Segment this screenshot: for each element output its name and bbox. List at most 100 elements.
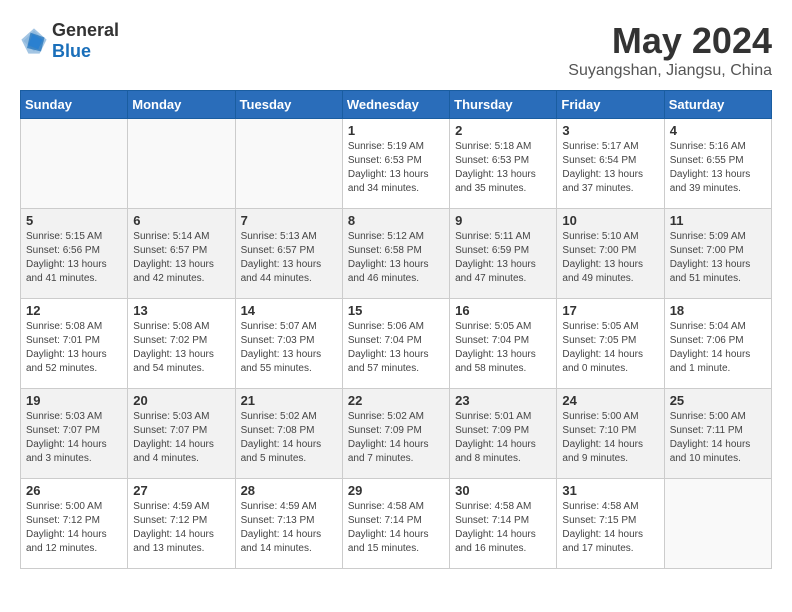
header-wednesday: Wednesday bbox=[342, 91, 449, 119]
day-number: 27 bbox=[133, 483, 229, 498]
day-info: Sunrise: 5:00 AM Sunset: 7:12 PM Dayligh… bbox=[26, 500, 122, 556]
page-header: General Blue May 2024 Suyangshan, Jiangs… bbox=[20, 20, 772, 80]
day-info: Sunrise: 4:58 AM Sunset: 7:15 PM Dayligh… bbox=[562, 500, 658, 556]
calendar-empty-cell bbox=[235, 119, 342, 209]
header-tuesday: Tuesday bbox=[235, 91, 342, 119]
day-info: Sunrise: 4:58 AM Sunset: 7:14 PM Dayligh… bbox=[455, 500, 551, 556]
day-number: 15 bbox=[348, 303, 444, 318]
day-number: 1 bbox=[348, 123, 444, 138]
day-info: Sunrise: 5:09 AM Sunset: 7:00 PM Dayligh… bbox=[670, 230, 766, 286]
calendar-day-7: 7 Sunrise: 5:13 AM Sunset: 6:57 PM Daylig… bbox=[235, 209, 342, 299]
day-number: 16 bbox=[455, 303, 551, 318]
day-number: 4 bbox=[670, 123, 766, 138]
calendar-day-28: 28 Sunrise: 4:59 AM Sunset: 7:13 PM Dayli… bbox=[235, 479, 342, 569]
day-number: 3 bbox=[562, 123, 658, 138]
day-info: Sunrise: 5:07 AM Sunset: 7:03 PM Dayligh… bbox=[241, 320, 337, 376]
calendar-week-row: 26 Sunrise: 5:00 AM Sunset: 7:12 PM Dayli… bbox=[21, 479, 772, 569]
calendar-day-20: 20 Sunrise: 5:03 AM Sunset: 7:07 PM Dayli… bbox=[128, 389, 235, 479]
day-number: 19 bbox=[26, 393, 122, 408]
calendar-empty-cell bbox=[21, 119, 128, 209]
header-monday: Monday bbox=[128, 91, 235, 119]
day-info: Sunrise: 5:03 AM Sunset: 7:07 PM Dayligh… bbox=[26, 410, 122, 466]
location-title: Suyangshan, Jiangsu, China bbox=[568, 62, 772, 80]
calendar-table: SundayMondayTuesdayWednesdayThursdayFrid… bbox=[20, 90, 772, 569]
calendar-day-3: 3Sunrise: 5:17 AM Sunset: 6:54 PM Daylig… bbox=[557, 119, 664, 209]
day-number: 26 bbox=[26, 483, 122, 498]
day-number: 29 bbox=[348, 483, 444, 498]
calendar-day-8: 8Sunrise: 5:12 AM Sunset: 6:58 PM Daylig… bbox=[342, 209, 449, 299]
calendar-day-1: 1 Sunrise: 5:19 AM Sunset: 6:53 PM Daylig… bbox=[342, 119, 449, 209]
day-number: 30 bbox=[455, 483, 551, 498]
day-number: 18 bbox=[670, 303, 766, 318]
day-info: Sunrise: 5:12 AM Sunset: 6:58 PM Dayligh… bbox=[348, 230, 444, 286]
calendar-day-9: 9 Sunrise: 5:11 AM Sunset: 6:59 PM Daylig… bbox=[450, 209, 557, 299]
day-info: Sunrise: 5:16 AM Sunset: 6:55 PM Dayligh… bbox=[670, 140, 766, 196]
logo-blue: Blue bbox=[52, 41, 91, 61]
day-info: Sunrise: 5:19 AM Sunset: 6:53 PM Dayligh… bbox=[348, 140, 444, 196]
day-info: Sunrise: 5:05 AM Sunset: 7:04 PM Dayligh… bbox=[455, 320, 551, 376]
day-number: 21 bbox=[241, 393, 337, 408]
calendar-day-22: 22Sunrise: 5:02 AM Sunset: 7:09 PM Dayli… bbox=[342, 389, 449, 479]
calendar-day-29: 29 Sunrise: 4:58 AM Sunset: 7:14 PM Dayli… bbox=[342, 479, 449, 569]
day-number: 14 bbox=[241, 303, 337, 318]
calendar-day-10: 10 Sunrise: 5:10 AM Sunset: 7:00 PM Dayli… bbox=[557, 209, 664, 299]
calendar-day-17: 17Sunrise: 5:05 AM Sunset: 7:05 PM Dayli… bbox=[557, 299, 664, 389]
day-info: Sunrise: 5:04 AM Sunset: 7:06 PM Dayligh… bbox=[670, 320, 766, 376]
day-info: Sunrise: 5:02 AM Sunset: 7:08 PM Dayligh… bbox=[241, 410, 337, 466]
day-info: Sunrise: 5:03 AM Sunset: 7:07 PM Dayligh… bbox=[133, 410, 229, 466]
title-block: May 2024 Suyangshan, Jiangsu, China bbox=[568, 20, 772, 80]
day-info: Sunrise: 5:06 AM Sunset: 7:04 PM Dayligh… bbox=[348, 320, 444, 376]
day-number: 28 bbox=[241, 483, 337, 498]
day-info: Sunrise: 5:01 AM Sunset: 7:09 PM Dayligh… bbox=[455, 410, 551, 466]
calendar-day-13: 13Sunrise: 5:08 AM Sunset: 7:02 PM Dayli… bbox=[128, 299, 235, 389]
logo-general: General bbox=[52, 20, 119, 40]
day-info: Sunrise: 5:11 AM Sunset: 6:59 PM Dayligh… bbox=[455, 230, 551, 286]
calendar-week-row: 5Sunrise: 5:15 AM Sunset: 6:56 PM Daylig… bbox=[21, 209, 772, 299]
day-number: 6 bbox=[133, 213, 229, 228]
day-info: Sunrise: 5:08 AM Sunset: 7:02 PM Dayligh… bbox=[133, 320, 229, 376]
day-number: 25 bbox=[670, 393, 766, 408]
day-info: Sunrise: 5:10 AM Sunset: 7:00 PM Dayligh… bbox=[562, 230, 658, 286]
day-info: Sunrise: 5:13 AM Sunset: 6:57 PM Dayligh… bbox=[241, 230, 337, 286]
day-number: 7 bbox=[241, 213, 337, 228]
calendar-day-26: 26 Sunrise: 5:00 AM Sunset: 7:12 PM Dayli… bbox=[21, 479, 128, 569]
day-info: Sunrise: 4:58 AM Sunset: 7:14 PM Dayligh… bbox=[348, 500, 444, 556]
day-number: 20 bbox=[133, 393, 229, 408]
calendar-day-4: 4 Sunrise: 5:16 AM Sunset: 6:55 PM Daylig… bbox=[664, 119, 771, 209]
day-info: Sunrise: 4:59 AM Sunset: 7:13 PM Dayligh… bbox=[241, 500, 337, 556]
day-info: Sunrise: 4:59 AM Sunset: 7:12 PM Dayligh… bbox=[133, 500, 229, 556]
day-number: 23 bbox=[455, 393, 551, 408]
calendar-day-30: 30 Sunrise: 4:58 AM Sunset: 7:14 PM Dayli… bbox=[450, 479, 557, 569]
header-friday: Friday bbox=[557, 91, 664, 119]
calendar-day-18: 18 Sunrise: 5:04 AM Sunset: 7:06 PM Dayli… bbox=[664, 299, 771, 389]
day-number: 12 bbox=[26, 303, 122, 318]
header-saturday: Saturday bbox=[664, 91, 771, 119]
calendar-empty-cell bbox=[664, 479, 771, 569]
calendar-day-31: 31 Sunrise: 4:58 AM Sunset: 7:15 PM Dayli… bbox=[557, 479, 664, 569]
day-info: Sunrise: 5:14 AM Sunset: 6:57 PM Dayligh… bbox=[133, 230, 229, 286]
day-number: 11 bbox=[670, 213, 766, 228]
calendar-day-14: 14 Sunrise: 5:07 AM Sunset: 7:03 PM Dayli… bbox=[235, 299, 342, 389]
day-number: 5 bbox=[26, 213, 122, 228]
day-number: 22 bbox=[348, 393, 444, 408]
calendar-day-12: 12Sunrise: 5:08 AM Sunset: 7:01 PM Dayli… bbox=[21, 299, 128, 389]
day-info: Sunrise: 5:18 AM Sunset: 6:53 PM Dayligh… bbox=[455, 140, 551, 196]
calendar-day-2: 2 Sunrise: 5:18 AM Sunset: 6:53 PM Daylig… bbox=[450, 119, 557, 209]
day-info: Sunrise: 5:00 AM Sunset: 7:10 PM Dayligh… bbox=[562, 410, 658, 466]
calendar-day-27: 27 Sunrise: 4:59 AM Sunset: 7:12 PM Dayli… bbox=[128, 479, 235, 569]
day-number: 2 bbox=[455, 123, 551, 138]
calendar-day-5: 5Sunrise: 5:15 AM Sunset: 6:56 PM Daylig… bbox=[21, 209, 128, 299]
logo-text: General Blue bbox=[52, 20, 119, 62]
calendar-day-15: 15 Sunrise: 5:06 AM Sunset: 7:04 PM Dayli… bbox=[342, 299, 449, 389]
calendar-empty-cell bbox=[128, 119, 235, 209]
day-number: 31 bbox=[562, 483, 658, 498]
month-title: May 2024 bbox=[568, 20, 772, 62]
day-info: Sunrise: 5:00 AM Sunset: 7:11 PM Dayligh… bbox=[670, 410, 766, 466]
calendar-week-row: 19 Sunrise: 5:03 AM Sunset: 7:07 PM Dayli… bbox=[21, 389, 772, 479]
header-thursday: Thursday bbox=[450, 91, 557, 119]
day-number: 10 bbox=[562, 213, 658, 228]
logo: General Blue bbox=[20, 20, 119, 62]
calendar-week-row: 1 Sunrise: 5:19 AM Sunset: 6:53 PM Daylig… bbox=[21, 119, 772, 209]
day-number: 9 bbox=[455, 213, 551, 228]
calendar-day-25: 25 Sunrise: 5:00 AM Sunset: 7:11 PM Dayli… bbox=[664, 389, 771, 479]
